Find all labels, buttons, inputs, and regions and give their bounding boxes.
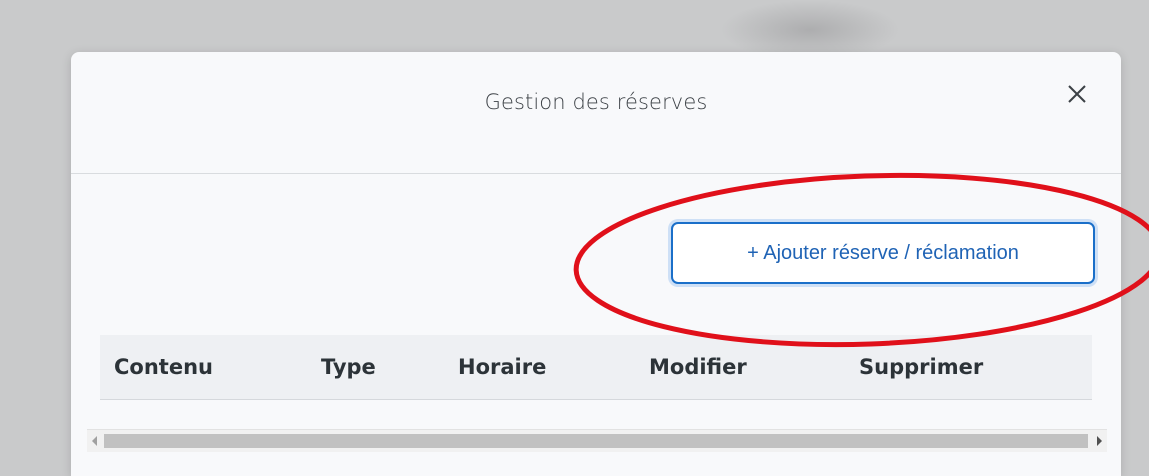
close-button[interactable] — [1063, 80, 1091, 108]
add-reserve-button[interactable]: + Ajouter réserve / réclamation — [671, 222, 1095, 284]
column-header-modifier: Modifier — [649, 355, 747, 379]
scroll-left-arrow-icon[interactable] — [92, 436, 97, 446]
table-header-row: Contenu Type Horaire Modifier Supprimer — [100, 335, 1092, 400]
modal-header: Gestion des réserves — [71, 52, 1121, 174]
scrollbar-thumb[interactable] — [104, 434, 1088, 448]
reserves-modal: Gestion des réserves + Ajouter réserve /… — [71, 52, 1121, 476]
modal-title: Gestion des réserves — [484, 90, 708, 114]
close-icon — [1068, 85, 1086, 103]
horizontal-scrollbar[interactable] — [87, 429, 1107, 452]
column-header-type: Type — [321, 355, 376, 379]
column-header-contenu: Contenu — [114, 355, 213, 379]
scroll-right-arrow-icon[interactable] — [1097, 436, 1102, 446]
backdrop — [720, 0, 900, 60]
column-header-horaire: Horaire — [458, 355, 547, 379]
add-reserve-button-label: + Ajouter réserve / réclamation — [747, 241, 1019, 264]
column-header-supprimer: Supprimer — [859, 355, 984, 379]
